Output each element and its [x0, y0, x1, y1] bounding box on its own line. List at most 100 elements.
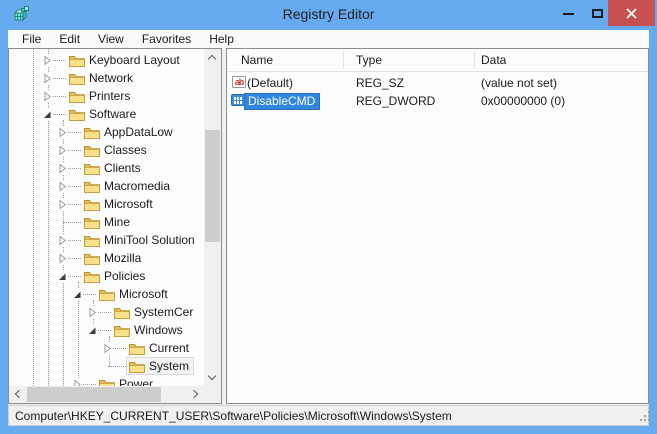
menu-edit[interactable]: Edit: [50, 31, 89, 47]
value-type: REG_DWORD: [356, 94, 436, 108]
tree-expand-arrow[interactable]: [43, 73, 53, 84]
scroll-down-button[interactable]: [204, 369, 221, 386]
dword-value-icon: [231, 94, 245, 106]
folder-icon: [69, 73, 85, 85]
column-header-name[interactable]: Name: [241, 53, 273, 67]
minimize-button[interactable]: [552, 0, 584, 26]
scroll-right-button[interactable]: [187, 386, 204, 403]
tree-node[interactable]: Microsoft: [81, 195, 158, 213]
tree-item[interactable]: Power: [9, 375, 204, 386]
maximize-button[interactable]: [586, 0, 608, 26]
list-header: Name Type Data: [227, 49, 648, 72]
list-row[interactable]: ab (Default) REG_SZ (value not set): [227, 74, 648, 92]
tree-item[interactable]: Network: [9, 69, 204, 87]
tree-item[interactable]: Keyboard Layout: [9, 51, 204, 69]
tree-item[interactable]: Mine: [9, 213, 204, 231]
tree-item[interactable]: AppDataLow: [9, 123, 204, 141]
value-data: 0x00000000 (0): [481, 94, 566, 108]
list-row[interactable]: DisableCMD REG_DWORD 0x00000000 (0): [227, 92, 648, 110]
tree-collapse-arrow[interactable]: [73, 289, 83, 300]
value-name: (Default): [247, 76, 294, 90]
column-divider[interactable]: [474, 52, 475, 69]
tree-vertical-scrollbar[interactable]: [204, 49, 221, 386]
folder-icon: [84, 199, 100, 211]
tree-expand-arrow[interactable]: [43, 91, 53, 102]
tree-expand-arrow[interactable]: [58, 181, 68, 192]
column-header-type[interactable]: Type: [356, 53, 382, 67]
tree-item[interactable]: Mozilla: [9, 249, 204, 267]
minimize-icon: [562, 13, 574, 15]
tree-node[interactable]: Windows: [111, 321, 188, 339]
folder-icon: [84, 271, 100, 283]
tree-item-label: Microsoft: [104, 197, 153, 211]
tree-collapse-arrow[interactable]: [88, 325, 98, 336]
tree-expand-arrow[interactable]: [103, 343, 113, 354]
tree-expand-arrow[interactable]: [73, 379, 83, 386]
horizontal-scrollbar-thumb[interactable]: [27, 387, 161, 402]
close-button[interactable]: [608, 0, 655, 26]
menu-favorites[interactable]: Favorites: [133, 31, 200, 47]
tree-node[interactable]: MiniTool Solution: [81, 231, 200, 249]
tree-collapse-arrow[interactable]: [43, 109, 53, 120]
resize-grip-icon[interactable]: [640, 419, 642, 421]
tree-expand-arrow[interactable]: [58, 199, 68, 210]
tree-node[interactable]: Clients: [81, 159, 146, 177]
menu-help[interactable]: Help: [200, 31, 243, 47]
menu-view[interactable]: View: [89, 31, 133, 47]
tree-item[interactable]: Microsoft: [9, 285, 204, 303]
tree-horizontal-scrollbar[interactable]: [9, 386, 204, 403]
tree-node[interactable]: System: [126, 357, 195, 375]
vertical-scrollbar-thumb[interactable]: [205, 130, 220, 242]
tree-node[interactable]: Printers: [66, 87, 136, 105]
menu-file[interactable]: File: [13, 31, 50, 47]
tree-node[interactable]: AppDataLow: [81, 123, 178, 141]
tree-node[interactable]: Policies: [81, 267, 151, 285]
tree-item-label: Power: [119, 377, 154, 386]
scroll-up-button[interactable]: [204, 49, 221, 66]
window-titlebar[interactable]: Registry Editor: [0, 0, 657, 30]
status-bar: Computer\HKEY_CURRENT_USER\Software\Poli…: [8, 405, 649, 426]
tree-collapse-arrow[interactable]: [58, 271, 68, 282]
tree-item[interactable]: Macromedia: [9, 177, 204, 195]
tree-node[interactable]: Classes: [81, 141, 152, 159]
tree-item[interactable]: System: [9, 357, 204, 375]
column-header-data[interactable]: Data: [481, 53, 506, 67]
tree-item[interactable]: Policies: [9, 267, 204, 285]
tree-expand-arrow[interactable]: [88, 307, 98, 318]
chevron-left-icon: [14, 389, 24, 399]
tree-item[interactable]: Windows: [9, 321, 204, 339]
tree-expand-arrow[interactable]: [58, 253, 68, 264]
tree-expand-arrow[interactable]: [58, 235, 68, 246]
tree-expand-arrow[interactable]: [58, 163, 68, 174]
column-divider[interactable]: [343, 52, 344, 69]
tree-node[interactable]: Mine: [81, 213, 136, 231]
registry-tree: Keyboard Layout Network Printers Software Ap…: [9, 49, 204, 386]
tree-node[interactable]: Mozilla: [81, 249, 147, 267]
tree-expand-arrow[interactable]: [58, 145, 68, 156]
tree-item[interactable]: Software: [9, 105, 204, 123]
tree-item[interactable]: Classes: [9, 141, 204, 159]
tree-item-label: Policies: [104, 269, 146, 283]
folder-icon: [84, 163, 100, 175]
tree-item[interactable]: Printers: [9, 87, 204, 105]
tree-item[interactable]: Clients: [9, 159, 204, 177]
chevron-up-icon: [207, 54, 217, 64]
tree-item[interactable]: Microsoft: [9, 195, 204, 213]
tree-item[interactable]: Current: [9, 339, 204, 357]
tree-item[interactable]: SystemCer: [9, 303, 204, 321]
tree-expand-arrow[interactable]: [43, 55, 53, 66]
folder-icon: [129, 343, 145, 355]
tree-expand-arrow[interactable]: [58, 127, 68, 138]
tree-node[interactable]: Power: [96, 375, 159, 386]
tree-node[interactable]: Macromedia: [81, 177, 176, 195]
tree-item[interactable]: MiniTool Solution: [9, 231, 204, 249]
tree-node[interactable]: SystemCer: [111, 303, 199, 321]
folder-icon: [114, 325, 130, 337]
tree-node[interactable]: Microsoft: [96, 285, 173, 303]
scroll-left-button[interactable]: [9, 386, 26, 403]
tree-node[interactable]: Current: [126, 339, 195, 357]
tree-node[interactable]: Network: [66, 69, 139, 87]
tree-node[interactable]: Keyboard Layout: [66, 51, 185, 69]
menu-bar: File Edit View Favorites Help: [8, 30, 649, 48]
tree-node[interactable]: Software: [66, 105, 142, 123]
